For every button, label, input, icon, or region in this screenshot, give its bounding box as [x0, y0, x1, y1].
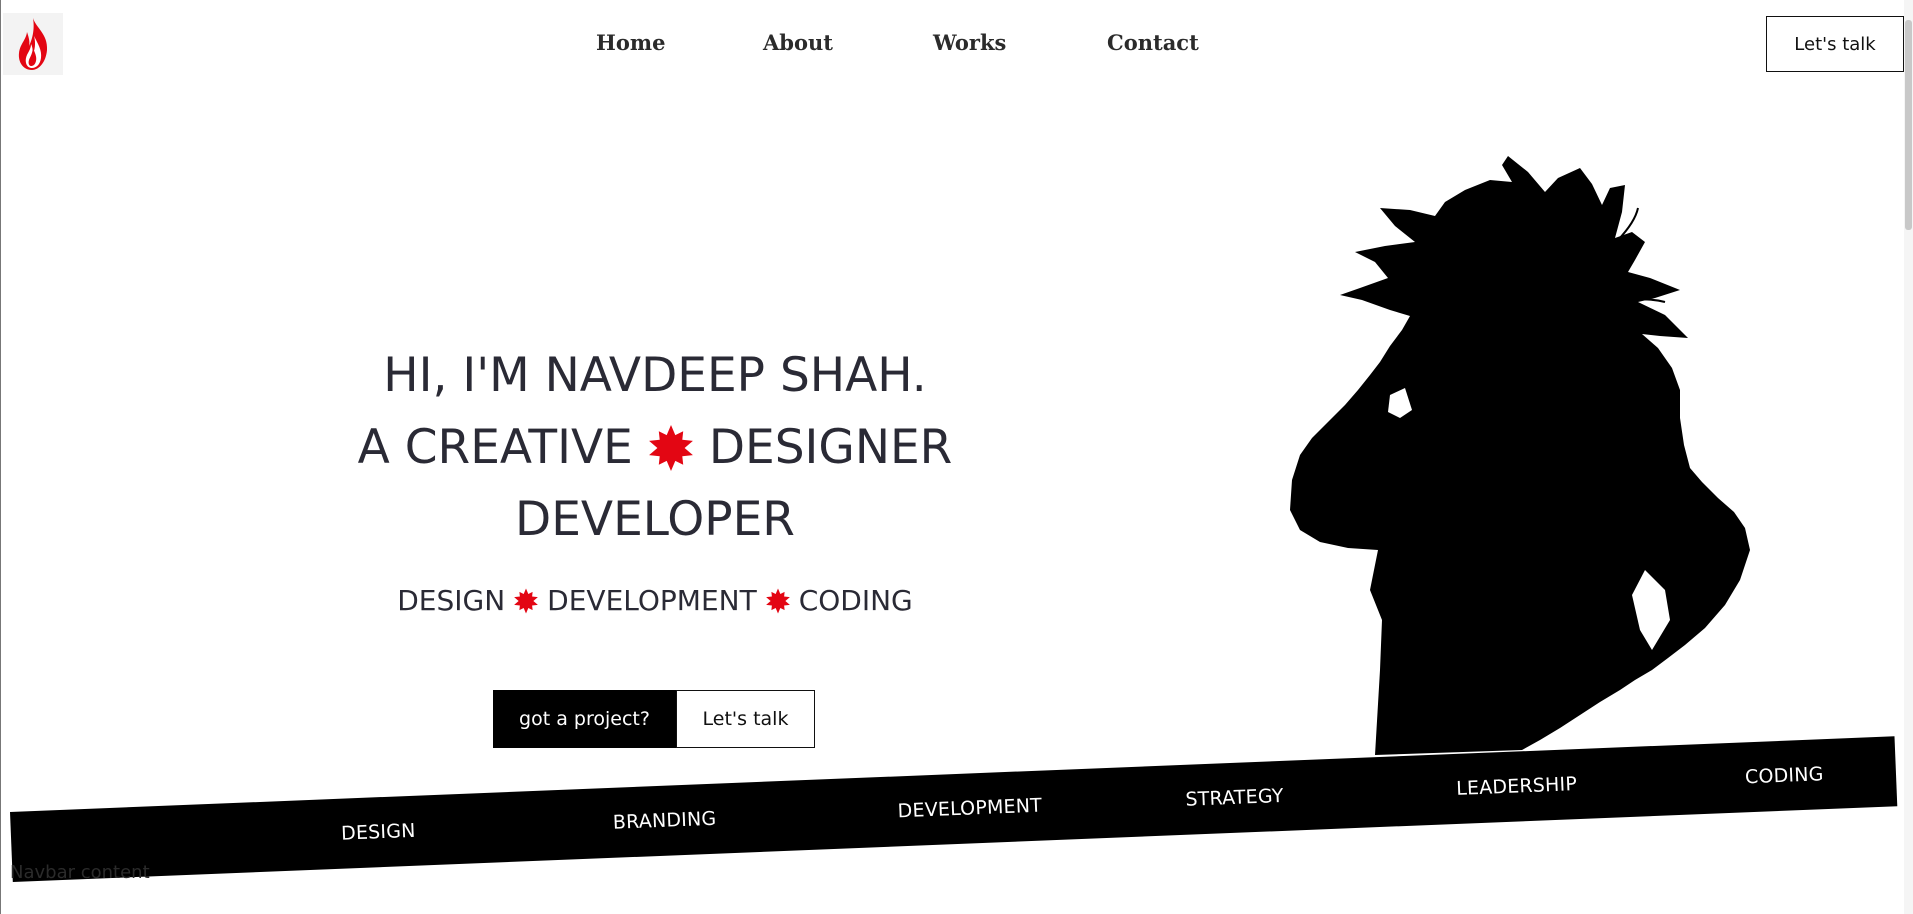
- nav-contact[interactable]: Contact: [1107, 30, 1199, 55]
- ribbon-item: DEVELOPMENT: [897, 794, 1043, 823]
- character-silhouette: [1290, 156, 1750, 755]
- ribbon-item: DESIGN: [340, 819, 416, 845]
- star-burst-icon: [765, 588, 791, 614]
- hero-heading: HI, I'M NAVDEEP SHAH. A CREATIVE DESIGNE…: [300, 340, 1010, 556]
- hero-line-2: A CREATIVE DESIGNER: [300, 412, 1010, 484]
- nav-works[interactable]: Works: [933, 30, 1006, 55]
- hero-line-2-right: DESIGNER: [708, 420, 953, 475]
- got-a-project-button[interactable]: got a project?: [493, 690, 676, 748]
- navbar-content-text: Navbar content: [10, 862, 150, 883]
- hero-cta-group: got a project? Let's talk: [493, 690, 815, 748]
- lets-talk-button[interactable]: Let's talk: [1766, 16, 1904, 72]
- main-nav: Home About Works Contact: [0, 30, 1913, 60]
- star-burst-icon: [647, 424, 695, 472]
- nav-home[interactable]: Home: [596, 30, 665, 55]
- hero-line-1: HI, I'M NAVDEEP SHAH.: [383, 348, 927, 403]
- page-scrollbar[interactable]: [1904, 0, 1913, 914]
- skills-ribbon: DESIGN BRANDING DEVELOPMENT STRATEGY LEA…: [10, 736, 1898, 882]
- hero-lets-talk-button[interactable]: Let's talk: [676, 690, 815, 748]
- ribbon-item: BRANDING: [612, 807, 717, 834]
- ribbon-item: CODING: [1744, 763, 1824, 789]
- skill-design: DESIGN: [397, 584, 506, 617]
- star-burst-icon: [513, 588, 539, 614]
- skill-coding: CODING: [798, 584, 913, 617]
- scrollbar-thumb[interactable]: [1905, 20, 1912, 230]
- hero-line-2-left: A CREATIVE: [357, 420, 633, 475]
- skill-development: DEVELOPMENT: [547, 584, 757, 617]
- ribbon-item: LEADERSHIP: [1455, 773, 1578, 800]
- nav-about[interactable]: About: [763, 30, 833, 55]
- hero-line-3: DEVELOPER: [515, 492, 795, 547]
- page-border: [0, 0, 1, 914]
- ribbon-item: STRATEGY: [1185, 784, 1285, 811]
- skills-line: DESIGN DEVELOPMENT CODING: [300, 584, 1010, 617]
